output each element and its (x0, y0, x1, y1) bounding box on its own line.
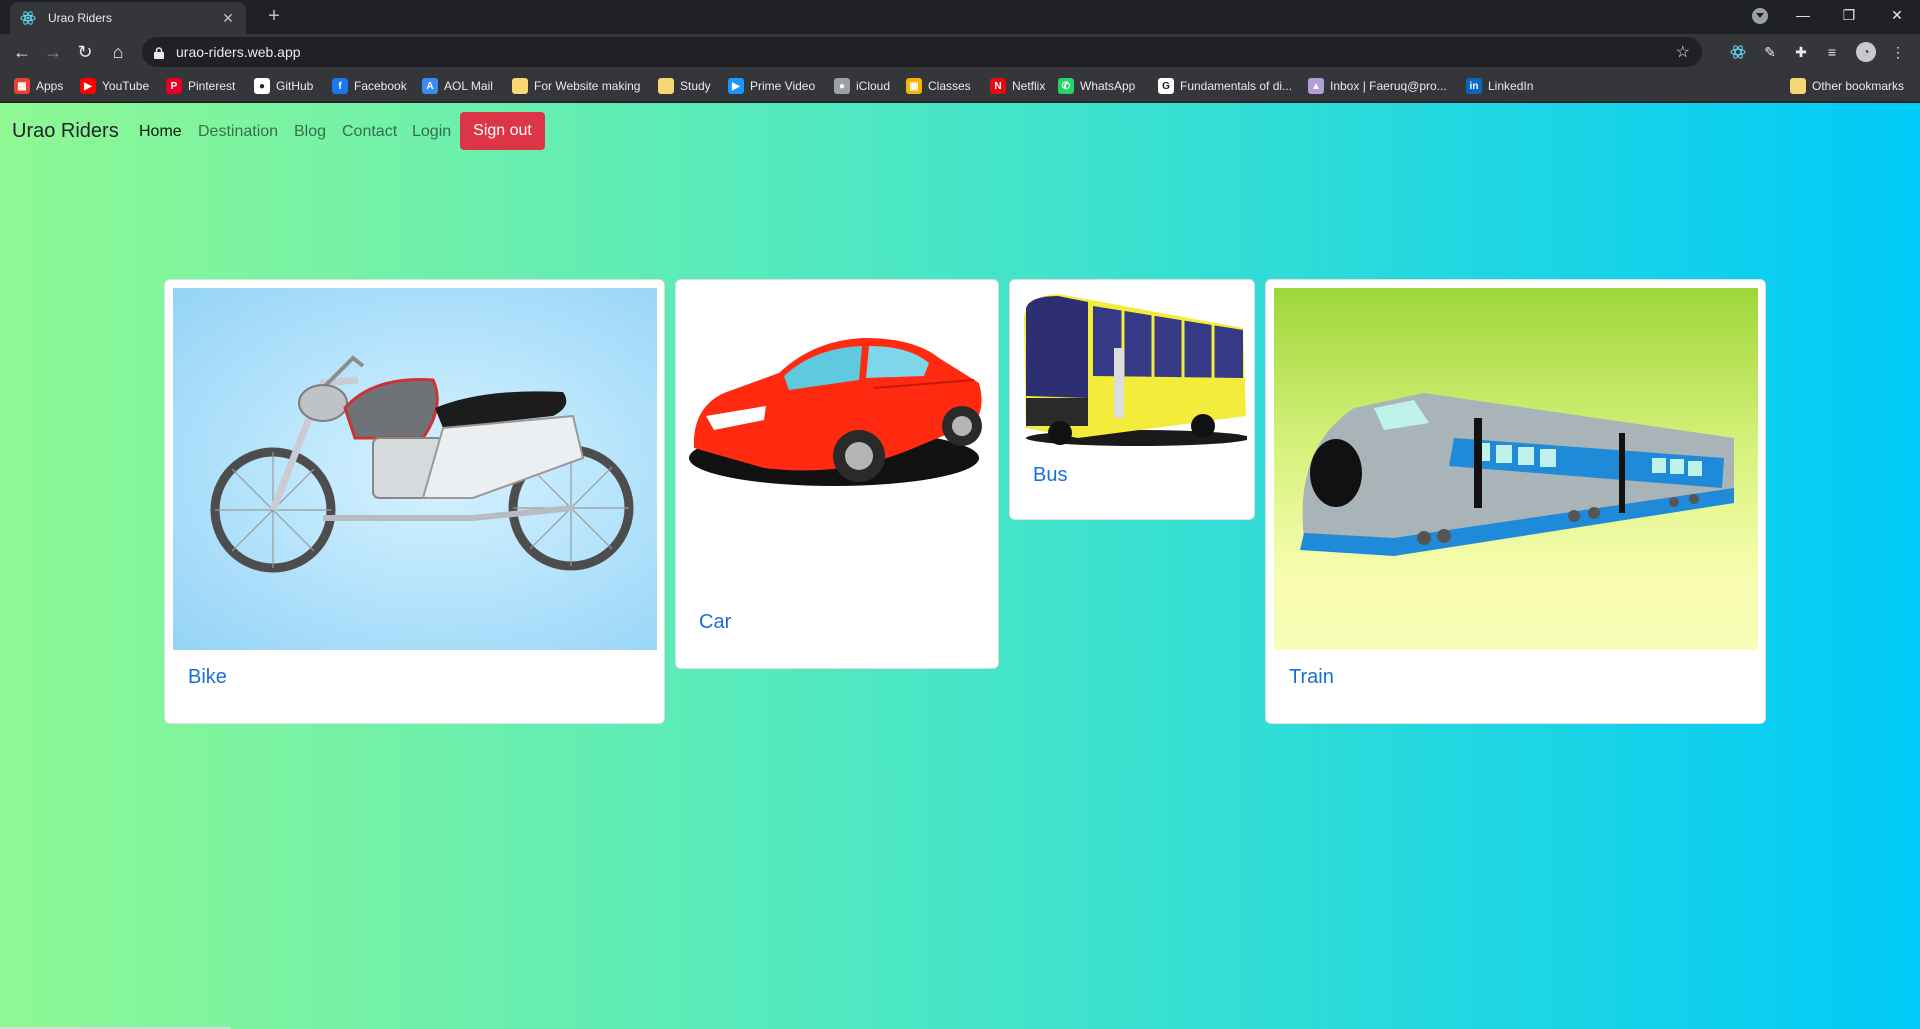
close-tab-icon[interactable]: ✕ (220, 10, 236, 27)
bookmark-label: WhatsApp (1080, 79, 1136, 93)
bookmark-netflix[interactable]: N Netflix (990, 70, 1045, 102)
linkedin-icon: in (1466, 78, 1482, 94)
prime-video-icon: ▶ (728, 78, 744, 94)
url-text: urao-riders.web.app (176, 44, 301, 60)
reload-button[interactable]: ↻ (73, 40, 97, 64)
vehicle-card-bike[interactable]: Bike (164, 279, 665, 724)
aol-mail-icon: A (422, 78, 438, 94)
browser-toolbar: ← → ↻ ⌂ urao-riders.web.app ☆ ✎ ✚ ≡ ◔ ⋮ (0, 34, 1920, 70)
other-bookmarks-label: Other bookmarks (1812, 79, 1905, 93)
forward-button[interactable]: → (41, 40, 65, 64)
profile-avatar[interactable]: ◔ (1856, 42, 1876, 62)
folder-icon (512, 78, 528, 94)
nav-link-login[interactable]: Login (412, 123, 451, 141)
nav-link-contact[interactable]: Contact (342, 123, 397, 141)
facebook-icon: f (332, 78, 348, 94)
vehicle-card-bus[interactable]: Bus (1009, 279, 1255, 520)
menu-kebab-icon[interactable]: ⋮ (1888, 42, 1908, 62)
bookmark-icloud[interactable]: ● iCloud (834, 70, 890, 102)
site-brand[interactable]: Urao Riders (12, 120, 119, 143)
car-image (684, 288, 991, 528)
vehicle-card-train[interactable]: Train (1265, 279, 1766, 724)
nav-link-destination[interactable]: Destination (198, 123, 278, 141)
bookmark-whatsapp[interactable]: ✆ WhatsApp (1058, 70, 1135, 102)
bookmark-label: Fundamentals of di... (1180, 79, 1293, 93)
react-devtools-icon[interactable] (1728, 42, 1748, 62)
tab-title: Urao Riders (48, 11, 113, 25)
folder-icon (1790, 78, 1806, 94)
home-button[interactable]: ⌂ (106, 40, 130, 64)
apps-grid-icon: ▦ (14, 78, 30, 94)
extensions-puzzle-icon[interactable]: ✚ (1791, 42, 1811, 62)
nav-link-home[interactable]: Home (139, 123, 182, 141)
bookmark-label: Pinterest (188, 79, 236, 93)
pen-extension-icon[interactable]: ✎ (1760, 42, 1780, 62)
sign-out-button[interactable]: Sign out (460, 112, 545, 150)
react-favicon-icon (20, 10, 36, 26)
bookmark-study[interactable]: Study (658, 70, 711, 102)
lock-icon (154, 46, 164, 59)
minimize-button[interactable]: — (1780, 0, 1826, 30)
bookmark-label: Facebook (354, 79, 407, 93)
bookmarks-bar: ▦ Apps ▶ YouTube P Pinterest ● GitHub f Facebook A… (0, 70, 1920, 102)
bookmark-label: GitHub (276, 79, 314, 93)
nav-link-blog[interactable]: Blog (294, 123, 326, 141)
card-title-train[interactable]: Train (1289, 666, 1334, 689)
youtube-icon: ▶ (80, 78, 96, 94)
classroom-icon: ▣ (906, 78, 922, 94)
bookmark-label: AOL Mail (444, 79, 493, 93)
bookmark-label: Study (680, 79, 711, 93)
bookmark-label: YouTube (102, 79, 150, 93)
bookmark-youtube[interactable]: ▶ YouTube (80, 70, 149, 102)
bookmark-label: For Website making (534, 79, 641, 93)
restore-button[interactable]: ❐ (1826, 0, 1872, 30)
bookmark-label: Apps (36, 79, 64, 93)
lock-icon: ▲ (1308, 78, 1324, 94)
bookmark-pinterest[interactable]: P Pinterest (166, 70, 235, 102)
bookmark-github[interactable]: ● GitHub (254, 70, 313, 102)
bookmark-fundamentals-of-di[interactable]: G Fundamentals of di... (1158, 70, 1292, 102)
bookmark-aol-mail[interactable]: A AOL Mail (422, 70, 493, 102)
address-bar[interactable]: urao-riders.web.app ☆ (142, 37, 1702, 67)
reading-list-icon[interactable]: ≡ (1822, 42, 1842, 62)
new-tab-button[interactable]: + (262, 4, 286, 28)
site-navbar: Urao Riders Home Destination Blog Contac… (0, 103, 1920, 159)
bus-image (1018, 288, 1247, 450)
pinterest-icon: P (166, 78, 182, 94)
folder-icon (658, 78, 674, 94)
bookmark-label: Classes (928, 79, 971, 93)
vehicle-card-car[interactable]: Car (675, 279, 999, 669)
bookmark-prime-video[interactable]: ▶ Prime Video (728, 70, 815, 102)
tab-strip: Urao Riders ✕ + — ❐ ✕ (0, 0, 1920, 34)
bookmark-classes[interactable]: ▣ Classes (906, 70, 971, 102)
browser-tab[interactable]: Urao Riders ✕ (10, 2, 246, 34)
bookmark-facebook[interactable]: f Facebook (332, 70, 407, 102)
bookmark-inbox-faeruq-pro[interactable]: ▲ Inbox | Faeruq@pro... (1308, 70, 1447, 102)
apple-icon: ● (834, 78, 850, 94)
bookmark-label: Inbox | Faeruq@pro... (1330, 79, 1447, 93)
train-image (1274, 288, 1758, 650)
tab-search-icon[interactable] (1752, 8, 1768, 24)
bookmark-label: Prime Video (750, 79, 816, 93)
github-icon: ● (254, 78, 270, 94)
page-viewport: Urao Riders Home Destination Blog Contac… (0, 103, 1920, 1029)
netflix-icon: N (990, 78, 1006, 94)
bookmark-label: LinkedIn (1488, 79, 1534, 93)
back-button[interactable]: ← (10, 40, 34, 64)
bookmark-label: Netflix (1012, 79, 1046, 93)
bookmark-linkedin[interactable]: in LinkedIn (1466, 70, 1533, 102)
motorcycle-image (173, 288, 657, 650)
other-bookmarks-folder[interactable]: Other bookmarks (1790, 70, 1904, 102)
card-title-bike[interactable]: Bike (188, 666, 227, 689)
bookmark-label: iCloud (856, 79, 891, 93)
bookmark-for-website-making[interactable]: For Website making (512, 70, 640, 102)
google-icon: G (1158, 78, 1174, 94)
card-title-car[interactable]: Car (699, 611, 731, 634)
bookmark-apps[interactable]: ▦ Apps (14, 70, 63, 102)
close-window-button[interactable]: ✕ (1874, 0, 1920, 30)
whatsapp-icon: ✆ (1058, 78, 1074, 94)
card-title-bus[interactable]: Bus (1033, 464, 1067, 487)
bookmark-star-icon[interactable]: ☆ (1676, 42, 1690, 62)
